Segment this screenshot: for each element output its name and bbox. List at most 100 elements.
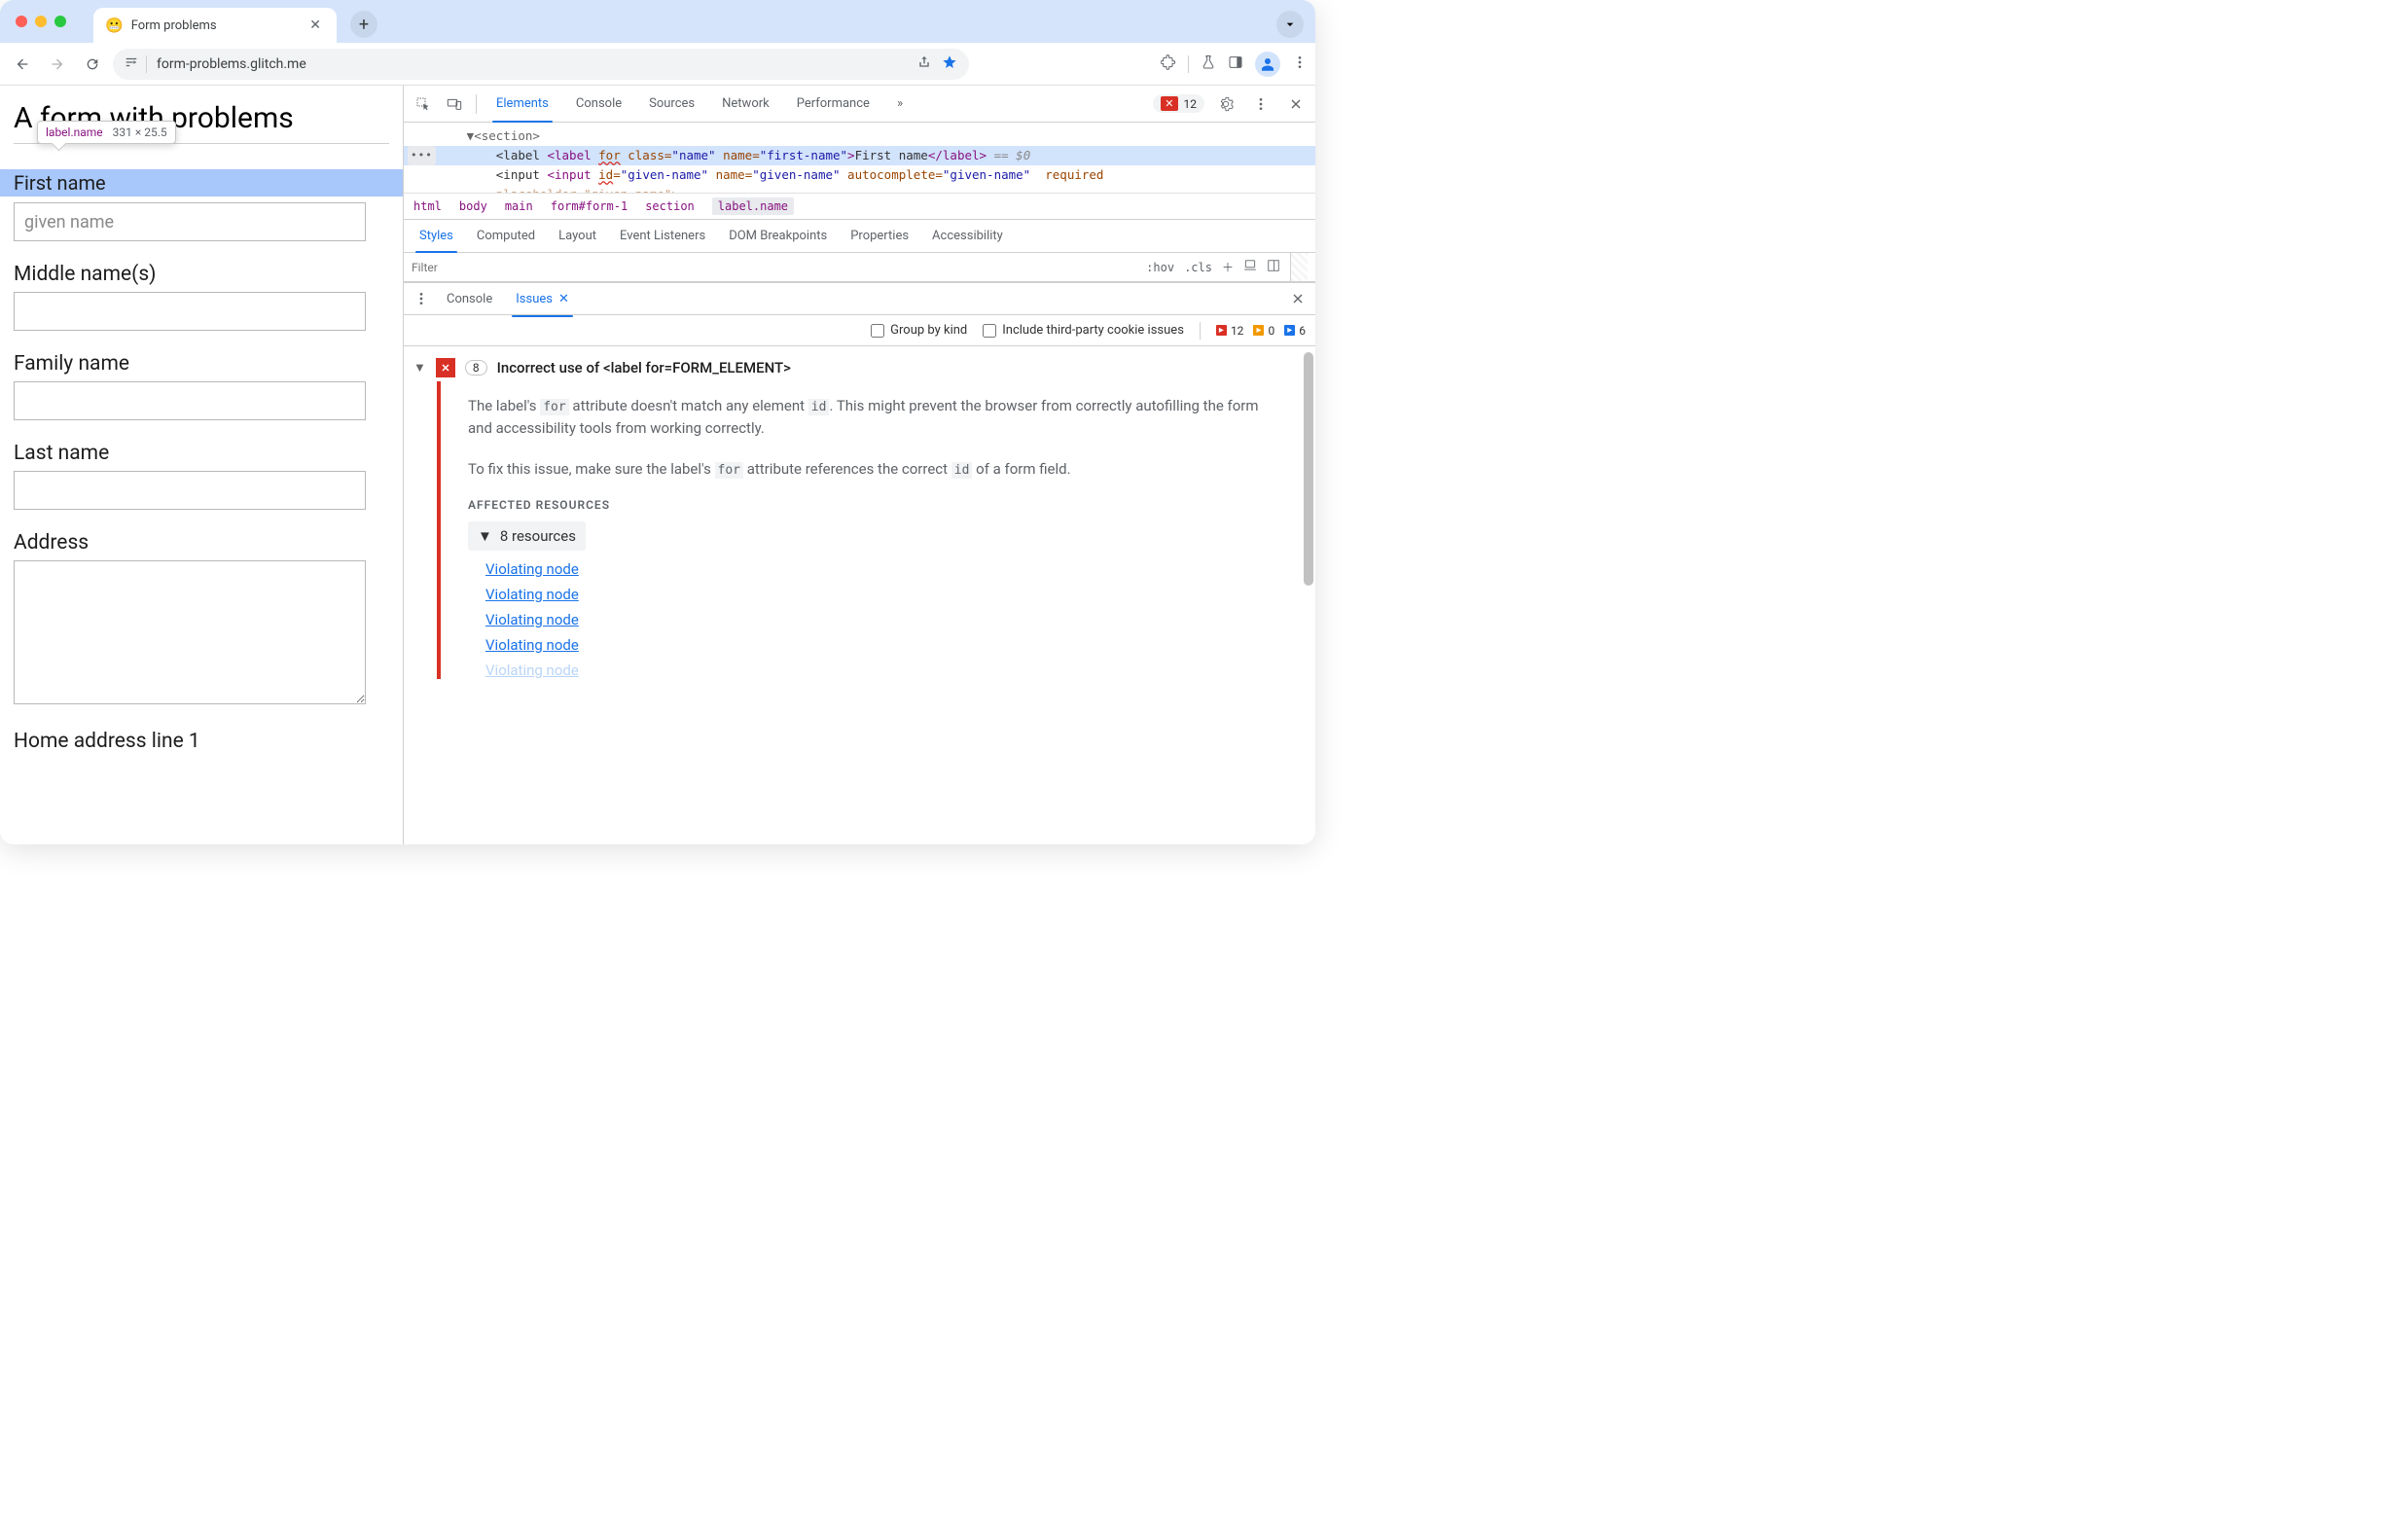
drawer-tabbar: Console Issues ✕ xyxy=(404,282,1315,315)
address-textarea[interactable] xyxy=(14,560,366,704)
browser-window: 😬 Form problems ✕ + form-problems.glitch… xyxy=(0,0,1315,844)
issue-header[interactable]: ▼ 8 Incorrect use of <label for=FORM_ELE… xyxy=(413,354,1306,381)
tab-elements[interactable]: Elements xyxy=(484,86,560,123)
devtools-tabbar: Elements Console Sources Network Perform… xyxy=(404,86,1315,123)
divider xyxy=(1200,322,1201,340)
violating-node-link[interactable]: Violating node xyxy=(485,586,1286,603)
error-count-pill[interactable]: ✕ 12 xyxy=(1153,94,1204,113)
resource-links: Violating node Violating node Violating … xyxy=(468,560,1286,679)
dom-line[interactable]: ▼<section> xyxy=(404,126,1315,146)
settings-icon[interactable] xyxy=(1212,90,1239,118)
group-by-kind-checkbox[interactable]: Group by kind xyxy=(871,323,967,338)
window-maximize-icon[interactable] xyxy=(54,16,66,27)
subtab-properties[interactable]: Properties xyxy=(839,220,920,253)
browser-tab[interactable]: 😬 Form problems ✕ xyxy=(93,8,337,43)
labs-icon[interactable] xyxy=(1201,54,1216,74)
drawer-tab-console[interactable]: Console xyxy=(435,280,504,317)
subtab-computed[interactable]: Computed xyxy=(465,220,547,253)
first-name-input[interactable] xyxy=(14,202,366,241)
address-bar[interactable]: form-problems.glitch.me xyxy=(113,49,969,80)
subtab-layout[interactable]: Layout xyxy=(547,220,608,253)
subtab-event-listeners[interactable]: Event Listeners xyxy=(608,220,717,253)
tab-console[interactable]: Console xyxy=(564,86,633,123)
styles-filter-input[interactable] xyxy=(412,261,1146,274)
site-settings-icon[interactable] xyxy=(125,55,147,73)
violating-node-link[interactable]: Violating node xyxy=(485,662,1286,679)
subtab-dom-breakpoints[interactable]: DOM Breakpoints xyxy=(717,220,839,253)
side-panel-icon[interactable] xyxy=(1228,54,1243,74)
devtools-close-icon[interactable] xyxy=(1282,90,1310,118)
subtab-styles[interactable]: Styles xyxy=(408,220,465,253)
dom-ellipsis-icon[interactable]: ••• xyxy=(408,146,436,165)
tooltip-selector: label.name xyxy=(46,125,103,139)
violating-node-link[interactable]: Violating node xyxy=(485,560,1286,578)
tab-sources[interactable]: Sources xyxy=(637,86,706,123)
third-party-cookie-checkbox[interactable]: Include third-party cookie issues xyxy=(983,323,1184,338)
crumb[interactable]: html xyxy=(413,199,442,213)
cls-toggle[interactable]: .cls xyxy=(1184,261,1212,274)
tab-close-icon[interactable]: ✕ xyxy=(305,18,325,33)
family-name-input[interactable] xyxy=(14,381,366,420)
computed-panel-icon[interactable] xyxy=(1267,258,1280,276)
drawer-tab-issues[interactable]: Issues ✕ xyxy=(504,280,581,317)
warning-count-item[interactable]: ▸0 xyxy=(1253,324,1274,338)
new-style-rule-icon[interactable]: ＋ xyxy=(1222,259,1234,275)
resources-summary[interactable]: ▼ 8 resources xyxy=(468,521,586,551)
tab-title: Form problems xyxy=(131,18,306,33)
close-issues-tab-icon[interactable]: ✕ xyxy=(558,292,569,306)
subtab-accessibility[interactable]: Accessibility xyxy=(920,220,1015,253)
crumb[interactable]: form#form-1 xyxy=(551,199,628,213)
window-minimize-icon[interactable] xyxy=(35,16,47,27)
dom-line[interactable]: <input <input id="given-name" name="give… xyxy=(404,165,1315,185)
window-close-icon[interactable] xyxy=(16,16,27,27)
drawer-close-icon[interactable] xyxy=(1284,285,1311,312)
profile-avatar[interactable] xyxy=(1255,52,1280,77)
share-icon[interactable] xyxy=(916,54,932,74)
device-icon[interactable] xyxy=(1243,258,1257,276)
family-name-label: Family name xyxy=(14,352,389,376)
issues-body[interactable]: ▼ 8 Incorrect use of <label for=FORM_ELE… xyxy=(404,346,1315,844)
divider xyxy=(476,94,477,114)
dom-line[interactable]: placeholder="given name"> xyxy=(404,185,1315,193)
kebab-menu-icon[interactable] xyxy=(1292,54,1308,74)
tab-network[interactable]: Network xyxy=(710,86,781,123)
crumb-selected[interactable]: label.name xyxy=(712,197,794,215)
middle-name-label: Middle name(s) xyxy=(14,263,389,286)
tooltip-dimensions: 331 × 25.5 xyxy=(113,125,167,139)
dom-tree[interactable]: ••• ▼<section> <label <label for class="… xyxy=(404,123,1315,193)
violating-node-link[interactable]: Violating node xyxy=(485,636,1286,654)
address-label: Address xyxy=(14,531,389,555)
forward-button[interactable] xyxy=(43,50,72,79)
error-flag-icon xyxy=(436,358,455,377)
error-count-item[interactable]: ▸12 xyxy=(1216,324,1244,338)
last-name-input[interactable] xyxy=(14,471,366,510)
middle-name-input[interactable] xyxy=(14,292,366,331)
extensions-icon[interactable] xyxy=(1161,54,1176,74)
violating-node-link[interactable]: Violating node xyxy=(485,611,1286,628)
device-toolbar-icon[interactable] xyxy=(441,90,468,118)
dom-breadcrumb[interactable]: html body main form#form-1 section label… xyxy=(404,193,1315,220)
tabs-menu-button[interactable] xyxy=(1276,11,1304,38)
drawer-kebab-icon[interactable] xyxy=(408,285,435,312)
highlighted-label: First name xyxy=(0,169,403,197)
issue-paragraph: The label's for attribute doesn't match … xyxy=(468,395,1286,441)
crumb[interactable]: body xyxy=(459,199,487,213)
new-tab-button[interactable]: + xyxy=(350,11,377,38)
crumb[interactable]: main xyxy=(505,199,533,213)
issue-title: Incorrect use of <label for=FORM_ELEMENT… xyxy=(497,359,791,376)
hov-toggle[interactable]: :hov xyxy=(1146,261,1174,274)
scrollbar-thumb[interactable] xyxy=(1304,352,1313,586)
browser-toolbar: form-problems.glitch.me xyxy=(0,43,1315,86)
inspect-element-icon[interactable] xyxy=(410,90,437,118)
devtools-kebab-icon[interactable] xyxy=(1247,90,1274,118)
reload-button[interactable] xyxy=(78,50,107,79)
crumb[interactable]: section xyxy=(645,199,695,213)
info-count-item[interactable]: ▸6 xyxy=(1284,324,1306,338)
bookmark-star-icon[interactable] xyxy=(942,54,957,74)
url-text: form-problems.glitch.me xyxy=(157,56,907,72)
dom-line-selected[interactable]: <label <label for class="name" name="fir… xyxy=(404,146,1315,165)
back-button[interactable] xyxy=(8,50,37,79)
tab-performance[interactable]: Performance xyxy=(785,86,881,123)
content-row: A form with problems label.name 331 × 25… xyxy=(0,86,1315,844)
tab-more[interactable]: » xyxy=(885,86,915,123)
